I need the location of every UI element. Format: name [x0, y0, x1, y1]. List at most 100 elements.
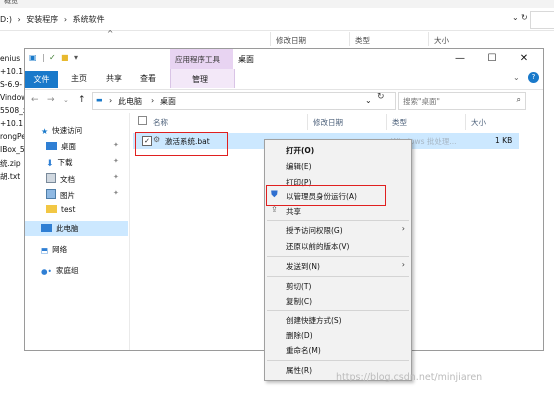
menu-item-send-to[interactable]: 发送到(N) ›: [265, 258, 411, 274]
tab-share[interactable]: 共享: [106, 73, 122, 84]
refresh-icon[interactable]: ↻: [377, 92, 385, 102]
menu-item-edit[interactable]: 编辑(E): [265, 158, 411, 174]
col-type[interactable]: 类型: [392, 117, 407, 128]
list-item[interactable]: 统.zip: [0, 158, 21, 169]
col-name[interactable]: 名称: [153, 117, 168, 128]
sidebar-item-downloads[interactable]: ⬇ 下载 ✦: [46, 157, 128, 171]
file-highlight-box: [135, 132, 228, 156]
background-col-modified[interactable]: 修改日期: [276, 35, 306, 46]
breadcrumb-system-software[interactable]: 系统软件: [73, 15, 105, 24]
run-as-admin-highlight-box: [266, 185, 386, 206]
background-title-bar: 概览: [0, 0, 554, 8]
list-item[interactable]: enius: [0, 54, 20, 63]
sidebar-item-pictures[interactable]: 图片 ✦: [46, 189, 128, 203]
new-folder-icon[interactable]: ■: [61, 53, 69, 62]
list-item[interactable]: +10.1: [0, 67, 23, 76]
back-icon[interactable]: ←: [31, 95, 39, 105]
menu-item-delete[interactable]: 删除(D): [265, 327, 411, 343]
star-icon: ★: [41, 127, 49, 136]
tab-manage[interactable]: 管理: [170, 69, 235, 88]
col-modified[interactable]: 修改日期: [313, 117, 343, 128]
sidebar-item-test[interactable]: test: [46, 205, 75, 219]
customize-chevron-icon[interactable]: ▾: [74, 53, 78, 62]
list-item[interactable]: +10.1: [0, 119, 23, 128]
navigation-bar: ← → ⌄ ↑ ▬ › 此电脑 › 桌面 ⌄ ↻ ⌕: [25, 89, 543, 113]
pin-icon[interactable]: ✦: [113, 173, 119, 181]
col-size[interactable]: 大小: [471, 117, 486, 128]
document-icon: [46, 173, 56, 183]
maximize-button[interactable]: ☐: [477, 49, 507, 69]
download-icon: ⬇: [46, 159, 54, 169]
tab-file[interactable]: 文件: [25, 71, 58, 88]
sidebar-item-desktop[interactable]: 桌面 ✦: [46, 141, 128, 155]
chevron-down-icon[interactable]: ⌄: [365, 96, 372, 105]
background-col-size[interactable]: 大小: [434, 35, 449, 46]
computer-icon: [41, 224, 52, 232]
sidebar-item-homegroup[interactable]: ●• 家庭组: [41, 265, 78, 279]
title-bar: ▣ | ✓ ■ ▾ 应用程序工具 桌面 — ☐ ✕: [25, 49, 543, 69]
refresh-icon[interactable]: ↻: [521, 13, 528, 22]
background-path[interactable]: D:) › 安装程序 › 系统软件: [0, 14, 105, 25]
up-icon[interactable]: ↑: [78, 95, 86, 105]
homegroup-icon: ●•: [41, 267, 52, 276]
window-title: 桌面: [238, 55, 254, 64]
desktop-icon: [46, 142, 57, 150]
picture-icon: [46, 189, 56, 199]
menu-item-give-access[interactable]: 授予访问权限(G) ›: [265, 222, 411, 238]
search-input[interactable]: [401, 94, 513, 108]
search-icon[interactable]: ⌕: [517, 95, 521, 105]
column-header: 名称 修改日期 类型 大小: [129, 113, 543, 131]
sort-up-icon: ^: [107, 29, 114, 38]
window-icon: ▣: [29, 53, 37, 62]
sidebar-item-documents[interactable]: 文档 ✦: [46, 173, 128, 187]
file-size: 1 KB: [495, 136, 513, 145]
context-menu: 打开(O) 编辑(E) 打印(P) ⛊ 以管理员身份运行(A) ⇪ 共享 授予访…: [264, 139, 412, 381]
properties-icon[interactable]: ✓: [49, 53, 56, 62]
tab-home[interactable]: 主页: [71, 73, 87, 84]
watermark: https://blog.csdn.net/minjiaren: [336, 372, 483, 383]
network-icon: ⬒: [41, 246, 49, 255]
pin-icon[interactable]: ✦: [113, 141, 119, 149]
menu-item-create-shortcut[interactable]: 创建快捷方式(S): [265, 312, 411, 328]
expand-ribbon-icon[interactable]: ⌄: [513, 73, 520, 82]
sidebar-item-this-pc[interactable]: 此电脑: [41, 223, 79, 237]
list-item[interactable]: IBox_5: [0, 145, 25, 154]
address-bar[interactable]: ▬ › 此电脑 › 桌面 ⌄: [92, 92, 396, 110]
search-box[interactable]: ⌕: [398, 92, 526, 110]
forward-icon[interactable]: →: [47, 95, 55, 105]
share-icon: ⇪: [271, 205, 278, 214]
list-item[interactable]: 胡.txt: [0, 171, 20, 182]
list-item[interactable]: S-6.9-: [0, 80, 22, 89]
submenu-arrow-icon: ›: [401, 224, 405, 233]
breadcrumb-this-pc[interactable]: 此电脑: [118, 96, 142, 107]
background-address-bar[interactable]: D:) › 安装程序 › 系统软件 ⌄ ↻: [0, 8, 554, 31]
navigation-pane: ★ 快速访问 桌面 ✦ ⬇ 下载 ✦ 文档 ✦ 图片 ✦ test 此电脑 ⬒ 网络 …: [25, 113, 130, 350]
menu-item-rename[interactable]: 重命名(M): [265, 342, 411, 358]
list-item[interactable]: rongPe: [0, 132, 26, 141]
ribbon-context-group: 应用程序工具: [170, 49, 233, 69]
pin-icon[interactable]: ✦: [113, 157, 119, 165]
pin-icon[interactable]: ✦: [113, 189, 119, 197]
minimize-button[interactable]: —: [445, 49, 475, 69]
sidebar-item-quick-access[interactable]: ★ 快速访问: [41, 125, 82, 139]
chevron-down-icon[interactable]: ⌄: [512, 13, 519, 22]
menu-item-cut[interactable]: 剪切(T): [265, 278, 411, 294]
background-search-input[interactable]: [530, 11, 554, 29]
ribbon-tabs: 文件 主页 共享 查看 管理 ⌄ ?: [25, 69, 543, 90]
menu-item-open[interactable]: 打开(O): [265, 142, 411, 158]
select-all-checkbox[interactable]: [138, 116, 147, 125]
breadcrumb-desktop[interactable]: 桌面: [160, 96, 176, 107]
background-col-type[interactable]: 类型: [355, 35, 370, 46]
close-button[interactable]: ✕: [509, 49, 539, 69]
background-column-header: ^ 修改日期 类型 大小: [0, 29, 554, 48]
background-file-list: enius +10.1 S-6.9- Vindow 5508_x +10.1 r…: [0, 48, 27, 198]
menu-item-restore-versions[interactable]: 还原以前的版本(V): [265, 238, 411, 254]
tab-view[interactable]: 查看: [140, 73, 156, 84]
recent-chevron-icon[interactable]: ⌄: [63, 96, 69, 104]
sidebar-item-network[interactable]: ⬒ 网络: [41, 244, 67, 258]
computer-icon: ▬: [96, 96, 103, 104]
help-icon[interactable]: ?: [528, 72, 539, 83]
menu-item-copy[interactable]: 复制(C): [265, 293, 411, 309]
breadcrumb-install[interactable]: 安装程序: [26, 15, 58, 24]
background-title: 概览: [4, 0, 18, 5]
